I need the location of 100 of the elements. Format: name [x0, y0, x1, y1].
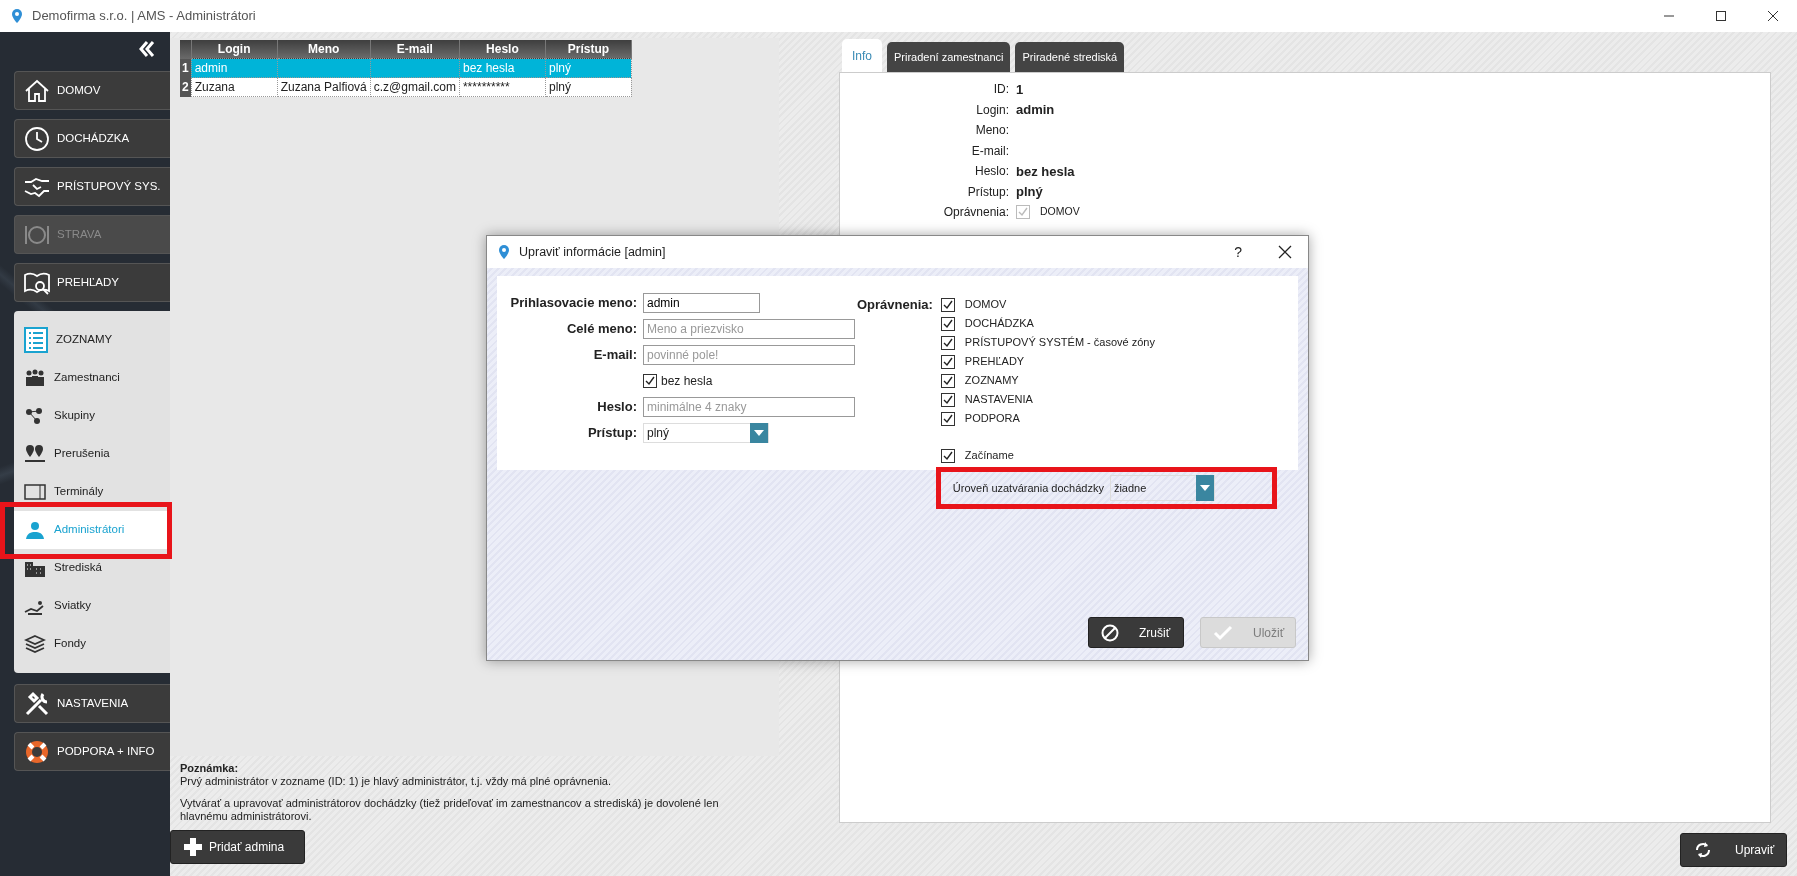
nav-button[interactable]: NASTAVENIA [14, 684, 170, 723]
checkbox[interactable] [940, 373, 955, 388]
nav-button[interactable]: PRÍSTUPOVÝ SYS. [14, 167, 170, 206]
input-field[interactable]: minimálne 4 znaky [643, 397, 855, 417]
field-label: Prístup: [586, 424, 638, 443]
permission-label: ZOZNAMY [964, 373, 1019, 389]
note-text: Prvý administrátor v zozname (ID: 1) je hlavý administrátor, t.j. vždy má plné oprávnenia. [180, 775, 612, 788]
row-number: 2 [180, 77, 192, 97]
tools-icon [23, 689, 51, 718]
column-header[interactable]: Prístup [545, 40, 632, 59]
table-row[interactable]: 2 Zuzana Zuzana Palfiová c.z@gmail.com ********** plný [180, 77, 632, 97]
info-label: Meno: [974, 122, 1010, 140]
permissions-label: Oprávnenia: [857, 296, 934, 314]
add-button[interactable]: Pridať admina [170, 830, 305, 864]
info-value: plný [1016, 183, 1043, 201]
field-label: Celé meno: [565, 320, 638, 339]
monitor-icon [24, 482, 46, 502]
submenu-item[interactable]: Fondy [14, 625, 170, 663]
submenu-item[interactable]: Zamestnanci [14, 359, 170, 397]
close-icon[interactable] [1278, 245, 1292, 259]
tab[interactable]: Priradené strediská [1015, 42, 1125, 72]
closing-level-label: Úroveň uzatvárania dochádzky [952, 480, 1104, 496]
submenu-item[interactable]: Prerušenia [14, 435, 170, 473]
field-label: Prihlasovacie meno: [509, 294, 638, 313]
nav-button[interactable]: PODPORA + INFO [14, 732, 170, 771]
info-label: Prístup: [966, 183, 1010, 201]
checkbox[interactable] [940, 354, 955, 369]
info-value: 1 [1016, 80, 1024, 99]
info-label: Heslo: [974, 163, 1010, 181]
checkbox-label: bez hesla [661, 373, 713, 390]
checkbox[interactable] [940, 392, 955, 407]
dropdown-button[interactable] [1195, 475, 1214, 501]
edit-button[interactable]: Upraviť [1680, 833, 1787, 867]
permission-label: Začíname [964, 448, 1014, 464]
info-label: ID: [992, 81, 1010, 99]
row-number: 1 [180, 58, 192, 78]
info-label: Login: [975, 101, 1010, 119]
close-icon[interactable] [1767, 10, 1779, 22]
permission-label: PRÍSTUPOVÝ SYSTÉM - časové zóny [964, 335, 1155, 351]
input-field[interactable]: admin [643, 293, 760, 313]
cancel-icon [1101, 623, 1119, 642]
column-header[interactable]: E-mail [370, 40, 460, 59]
field-label: Heslo: [596, 398, 638, 417]
window-title: Demofirma s.r.o. | AMS - Administrátori [32, 7, 256, 26]
submenu-item[interactable]: Skupiny [14, 397, 170, 435]
submenu-header[interactable]: ZOZNAMY [14, 321, 170, 359]
permission-label: DOMOV [964, 297, 1007, 313]
app-logo-icon [10, 8, 24, 24]
cancel-button[interactable]: Zrušiť [1088, 617, 1184, 648]
list-document-icon [24, 327, 48, 353]
permission-label: PREHĽADY [964, 354, 1025, 370]
plus-icon [183, 837, 203, 857]
check-icon [1213, 624, 1233, 641]
checkbox[interactable] [940, 448, 955, 463]
tab[interactable]: Info [842, 39, 882, 72]
checkbox[interactable] [940, 316, 955, 331]
dropdown[interactable]: plný [643, 423, 769, 443]
column-header[interactable]: Heslo [459, 40, 546, 59]
maximize-icon[interactable] [1715, 10, 1727, 22]
permission-label: DOCHÁDZKA [964, 316, 1034, 332]
nav-button[interactable]: PREHĽADY [14, 263, 170, 302]
nav-button[interactable]: DOMOV [14, 71, 170, 110]
clock-icon [23, 124, 51, 153]
caret-icon [754, 430, 764, 436]
column-header[interactable]: Login [191, 40, 278, 59]
dialog-title: Upraviť informácie [admin] [519, 243, 666, 261]
dropdown[interactable]: žiadne [1109, 475, 1215, 501]
dropdown-button[interactable] [750, 423, 768, 443]
tab[interactable]: Priradení zamestnanci [887, 42, 1011, 72]
input-field[interactable]: povinné pole! [643, 345, 855, 365]
help-button[interactable]: ? [1234, 241, 1242, 263]
submenu-item[interactable]: Sviatky [14, 587, 170, 625]
layers-icon [24, 634, 46, 654]
permission-label: DOMOV [1040, 204, 1080, 220]
info-label: E-mail: [970, 142, 1010, 160]
checkbox[interactable] [940, 411, 955, 426]
table-row[interactable]: 1 admin bez hesla plný [180, 58, 632, 78]
person-icon [24, 520, 46, 540]
info-value: bez hesla [1016, 162, 1075, 181]
people-icon [24, 368, 46, 388]
submenu-item[interactable]: Strediská [14, 549, 170, 587]
caret-icon [1199, 485, 1210, 491]
input-field[interactable]: Meno a priezvisko [643, 319, 855, 339]
refresh-icon [1693, 840, 1713, 860]
checkbox[interactable] [940, 335, 955, 350]
checkbox[interactable] [940, 297, 955, 312]
checkbox[interactable] [643, 374, 657, 388]
note-text: Vytvárať a upravovať administrátorov dochádzky (tiež prideľovať im zamestnancov a strediská) je dovolené len hlavnému administrátorovi. [180, 797, 720, 823]
info-label: Oprávnenia: [942, 204, 1010, 222]
submenu-item[interactable]: Terminály [14, 473, 170, 511]
app-logo-icon [497, 244, 511, 260]
note-title: Poznámka: [180, 762, 240, 775]
collapse-icon[interactable] [138, 40, 156, 58]
nav-button[interactable]: DOCHÁDZKA [14, 119, 170, 158]
field-label: E-mail: [592, 346, 638, 365]
map-pins-icon [24, 444, 46, 464]
column-header[interactable]: Meno [277, 40, 371, 59]
permission-label: NASTAVENIA [964, 392, 1033, 408]
permission-label: PODPORA [964, 411, 1020, 427]
info-value: admin [1016, 101, 1055, 119]
